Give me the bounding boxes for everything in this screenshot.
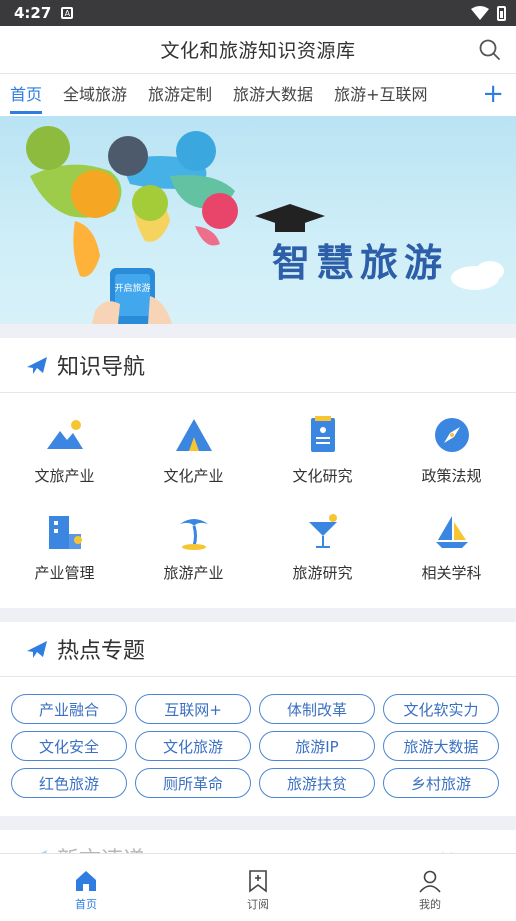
tab-tourism-internet[interactable]: 旅游+互联网 <box>334 74 427 116</box>
section-title: 热点专题 <box>57 639 146 664</box>
search-icon[interactable] <box>478 38 502 62</box>
topic-tag[interactable]: 旅游扶贫 <box>259 768 375 798</box>
bottom-nav: 首页 订阅 我的 <box>0 853 516 921</box>
tab-home[interactable]: 首页 <box>10 74 43 116</box>
home-icon <box>76 871 96 891</box>
banner-title: 智慧旅游 <box>272 240 449 285</box>
tent-icon <box>175 419 212 451</box>
topic-tag[interactable]: 乡村旅游 <box>383 768 499 798</box>
bottom-nav-home[interactable]: 首页 <box>0 854 172 921</box>
page-title: 文化和旅游知识资源库 <box>160 40 356 62</box>
nav-item-industry-management[interactable]: 产业管理 <box>0 512 129 609</box>
notification-icon: A <box>61 7 74 19</box>
nav-item-label: 产业管理 <box>34 564 95 582</box>
nav-item-cultural-research[interactable]: 文化研究 <box>258 415 387 512</box>
nav-item-tourism-research[interactable]: 旅游研究 <box>258 512 387 609</box>
battery-icon <box>497 5 506 21</box>
nav-item-related-disciplines[interactable]: 相关学科 <box>387 512 516 609</box>
nav-item-cultural-industry[interactable]: 文化产业 <box>129 415 258 512</box>
nav-item-label: 文化研究 <box>292 467 353 485</box>
bottom-nav-subscribe[interactable]: 订阅 <box>172 854 344 921</box>
document-icon <box>310 416 335 452</box>
topic-tag[interactable]: 文化旅游 <box>135 731 251 761</box>
phone-text: 开启旅游 <box>114 282 150 294</box>
nav-grid: 文旅产业 文化产业 文化研究 政策法规 产业管理 旅游产业 旅游研究 相关学科 <box>0 393 516 609</box>
topic-tag[interactable]: 产业融合 <box>11 694 127 724</box>
tab-custom-tourism[interactable]: 旅游定制 <box>148 74 212 116</box>
nav-item-cultural-tourism-industry[interactable]: 文旅产业 <box>0 415 129 512</box>
topic-tags: 产业融合 互联网+ 体制改革 文化软实力 文化安全 文化旅游 旅游IP 旅游大数… <box>0 677 516 798</box>
bottom-nav-profile[interactable]: 我的 <box>344 854 516 921</box>
topic-tag[interactable]: 红色旅游 <box>11 768 127 798</box>
hot-topics-section: 热点专题 产业融合 互联网+ 体制改革 文化软实力 文化安全 文化旅游 旅游IP… <box>0 622 516 816</box>
section-title: 知识导航 <box>57 355 146 380</box>
cocktail-icon <box>308 514 337 548</box>
topic-tag[interactable]: 厕所革命 <box>135 768 251 798</box>
airplane-icon <box>27 357 47 374</box>
topic-tag[interactable]: 文化安全 <box>11 731 127 761</box>
category-tabs: 首页 全域旅游 旅游定制 旅游大数据 旅游+互联网 + <box>0 74 516 116</box>
topic-tag[interactable]: 旅游IP <box>259 731 375 761</box>
nav-item-policy-regulation[interactable]: 政策法规 <box>387 415 516 512</box>
nav-item-tourism-industry[interactable]: 旅游产业 <box>129 512 258 609</box>
topic-tag[interactable]: 旅游大数据 <box>383 731 499 761</box>
bottom-nav-label: 首页 <box>75 898 97 911</box>
nav-item-label: 文旅产业 <box>34 467 95 485</box>
nav-item-label: 相关学科 <box>421 564 482 582</box>
tab-tourism-big-data[interactable]: 旅游大数据 <box>233 74 313 116</box>
wifi-icon <box>471 6 489 20</box>
add-tab-button[interactable]: + <box>482 79 504 109</box>
app-header: 文化和旅游知识资源库 <box>0 26 516 74</box>
bottom-nav-label: 订阅 <box>247 898 269 911</box>
section-header: 热点专题 <box>0 622 516 677</box>
mountain-icon <box>46 420 83 449</box>
bottom-nav-label: 我的 <box>419 898 441 911</box>
compass-icon <box>434 418 469 452</box>
sailboat-icon <box>435 516 468 548</box>
topic-tag[interactable]: 文化软实力 <box>383 694 499 724</box>
section-header: 知识导航 <box>0 338 516 393</box>
nav-item-label: 文化产业 <box>163 467 224 485</box>
bookmark-icon <box>249 870 267 893</box>
knowledge-nav-section: 知识导航 文旅产业 文化产业 文化研究 政策法规 产业管理 旅游产业 旅游研究 … <box>0 338 516 608</box>
nav-item-label: 旅游研究 <box>292 564 353 582</box>
topic-tag[interactable]: 互联网+ <box>135 694 251 724</box>
nav-item-label: 旅游产业 <box>163 564 224 582</box>
tab-all-region-tourism[interactable]: 全域旅游 <box>63 74 127 116</box>
nav-item-label: 政策法规 <box>421 467 482 485</box>
banner-illustration: 开启旅游 <box>26 126 504 324</box>
user-icon <box>419 870 441 893</box>
banner-carousel[interactable]: 开启旅游 <box>0 116 516 324</box>
topic-tag[interactable]: 体制改革 <box>259 694 375 724</box>
status-time: 4:27 <box>14 4 52 22</box>
palm-tree-icon <box>179 519 208 550</box>
status-bar: 4:27 A <box>0 0 516 26</box>
airplane-icon <box>27 641 47 658</box>
building-icon <box>48 516 82 549</box>
